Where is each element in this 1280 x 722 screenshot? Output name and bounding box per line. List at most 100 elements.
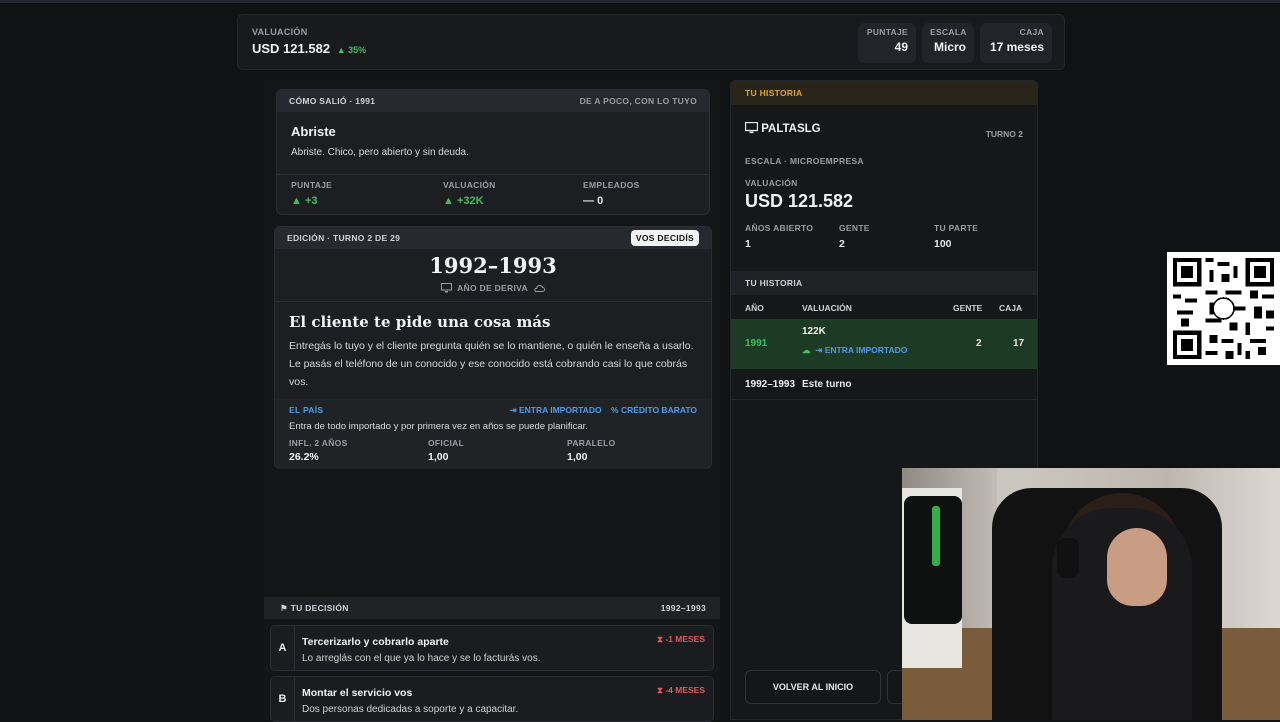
col-people: GENTE: [953, 303, 983, 313]
country-tags: ⇥ ENTRA IMPORTADO % CRÉDITO BARATO: [509, 405, 697, 416]
row-valuation: 122K: [802, 326, 826, 337]
result-card: CÓMO SALIÓ · 1991 DE A POCO, CON LO TUYO…: [276, 89, 710, 215]
qr-code: [1167, 252, 1280, 365]
col-valuation: VALUACIÓN: [802, 303, 852, 313]
valuation-label: VALUACIÓN: [252, 27, 308, 37]
percent-icon: %: [611, 405, 619, 415]
metric-empleados: EMPLEADOS — 0: [583, 180, 640, 207]
result-text: Abriste. Chico, pero abierto y sin deuda…: [291, 147, 469, 158]
stat-caja: CAJA 17 meses: [980, 23, 1052, 63]
up-arrow-icon: ▲: [443, 195, 454, 207]
edition-headline: El cliente te pide una cosa más: [289, 313, 551, 331]
webcam-overlay: [902, 468, 1280, 720]
edition-years: 1992–1993: [429, 253, 557, 278]
metric-puntaje: PUNTAJE ▲ +3: [291, 180, 332, 207]
divider: [277, 174, 709, 175]
row-year: 1991: [745, 338, 768, 349]
option-cost-value: -1 MESES: [665, 634, 705, 644]
window-top-border: [0, 0, 1280, 3]
option-b[interactable]: B Montar el servicio vos Dos personas de…: [270, 676, 714, 722]
col-cash: CAJA: [999, 303, 1023, 313]
result-title: Abriste: [291, 124, 336, 139]
stat-label: ESCALA: [930, 27, 967, 37]
option-cost: ⧗ -1 MESES: [657, 634, 705, 645]
edition-header: EDICIÓN · TURNO 2 DE 29: [287, 233, 401, 243]
indicator-label: PARALELO: [567, 438, 616, 448]
decision-header: ⚑ TU DECISIÓN 1992–1993: [264, 597, 720, 619]
edition-body: Entregás lo tuyo y el cliente pregunta q…: [289, 340, 694, 388]
company-row: PALTASLG: [744, 121, 821, 135]
turn-label: TURNO 2: [985, 129, 1023, 139]
tag-import: ENTRA IMPORTADO: [518, 405, 602, 415]
metric-label: PUNTAJE: [291, 180, 333, 190]
stat-value: 17 meses: [989, 40, 1044, 54]
stat-share: TU PARTE 100: [934, 223, 978, 250]
valuation-amount: USD 121.582: [252, 41, 331, 56]
indicator-label: INFL. 2 AÑOS: [289, 438, 348, 448]
back-to-start-button[interactable]: VOLVER AL INICIO: [745, 670, 881, 704]
indicator-value: 26.2%: [289, 451, 319, 463]
company-name: PALTASLG: [761, 123, 821, 135]
story-header: TU HISTORIA: [731, 81, 1037, 105]
story-valuation-value: USD 121.582: [745, 191, 854, 211]
option-title: Montar el servicio vos: [302, 687, 413, 699]
row2-label: Este turno: [802, 379, 852, 390]
divider: [275, 301, 711, 302]
edition-subtitle: AÑO DE DERIVA: [457, 283, 528, 293]
indicator-value: 1,00: [567, 451, 588, 463]
metric-valuacion: VALUACIÓN ▲ +32K: [443, 180, 496, 207]
stat-value: Micro: [933, 40, 966, 54]
metric-number: 0: [597, 195, 604, 207]
monitor-icon: [744, 121, 761, 135]
option-letter: B: [271, 677, 295, 721]
decision-years: 1992–1993: [660, 603, 706, 613]
edition-subtitle-row: AÑO DE DERIVA: [275, 283, 711, 293]
result-header-right: DE A POCO, CON LO TUYO: [579, 96, 697, 106]
metric-value: — 0: [583, 195, 640, 207]
dash-icon: —: [583, 195, 594, 207]
stat-value: 2: [839, 238, 845, 250]
option-letter: A: [271, 626, 295, 670]
stat-value: 1: [745, 238, 751, 250]
indicator-oficial: OFICIAL 1,00: [428, 438, 464, 463]
stat-puntaje: PUNTAJE 49: [858, 23, 916, 63]
webcam-person-face: [1107, 528, 1167, 606]
stat-escala: ESCALA Micro: [922, 23, 974, 63]
divider: [731, 399, 1037, 400]
decision-title-wrap: ⚑ TU DECISIÓN: [280, 603, 349, 614]
valuation-change: ▲ 35%: [336, 45, 367, 55]
option-cost-value: -4 MESES: [665, 685, 705, 695]
stat-label: TU PARTE: [934, 223, 979, 233]
metric-label: VALUACIÓN: [443, 180, 496, 190]
decision-title: TU DECISIÓN: [290, 602, 349, 613]
stat-years-open: AÑOS ABIERTO 1: [745, 223, 813, 250]
tag-credit: CRÉDITO BARATO: [620, 405, 697, 415]
status-bar: VALUACIÓN USD 121.582 ▲ 35% PUNTAJE 49 E…: [237, 14, 1065, 70]
metric-label: EMPLEADOS: [583, 180, 640, 190]
stat-value: 100: [934, 238, 952, 250]
signpost-icon: ⚑: [280, 602, 288, 613]
option-cost: ⧗ -4 MESES: [657, 685, 705, 696]
scale-label: ESCALA · MICROEMPRESA: [745, 156, 864, 166]
indicator-label: OFICIAL: [428, 438, 465, 448]
country-text: Entra de todo importado y por primera ve…: [289, 421, 588, 432]
metric-value: ▲ +32K: [443, 195, 496, 207]
cloud-icon: ☁: [802, 345, 811, 355]
story-valuation-label: VALUACIÓN: [745, 178, 798, 188]
row2-year: 1992–1993: [745, 379, 796, 390]
metric-number: +32K: [456, 195, 484, 207]
row-people: 2: [976, 338, 982, 349]
row-tag: ☁ ⇥ ENTRA IMPORTADO: [802, 345, 907, 356]
col-year: AÑO: [745, 303, 764, 313]
stat-value: 49: [894, 40, 908, 54]
option-desc: Lo arreglás con el que ya lo hace y se l…: [302, 653, 541, 664]
table-row[interactable]: 1991 122K ☁ ⇥ ENTRA IMPORTADO 2 17: [731, 319, 1037, 369]
indicator-paralelo: PARALELO 1,00: [567, 438, 616, 463]
metric-value: ▲ +3: [291, 195, 332, 207]
option-title: Tercerizarlo y cobrarlo aparte: [302, 636, 449, 648]
hourglass-icon: ⧗: [656, 685, 663, 695]
country-panel: EL PAÍS ⇥ ENTRA IMPORTADO % CRÉDITO BARA…: [275, 399, 711, 469]
option-a[interactable]: A Tercerizarlo y cobrarlo aparte Lo arre…: [270, 625, 714, 671]
import-icon: ⇥: [815, 345, 823, 355]
indicator-inflation: INFL. 2 AÑOS 26.2%: [289, 438, 348, 463]
